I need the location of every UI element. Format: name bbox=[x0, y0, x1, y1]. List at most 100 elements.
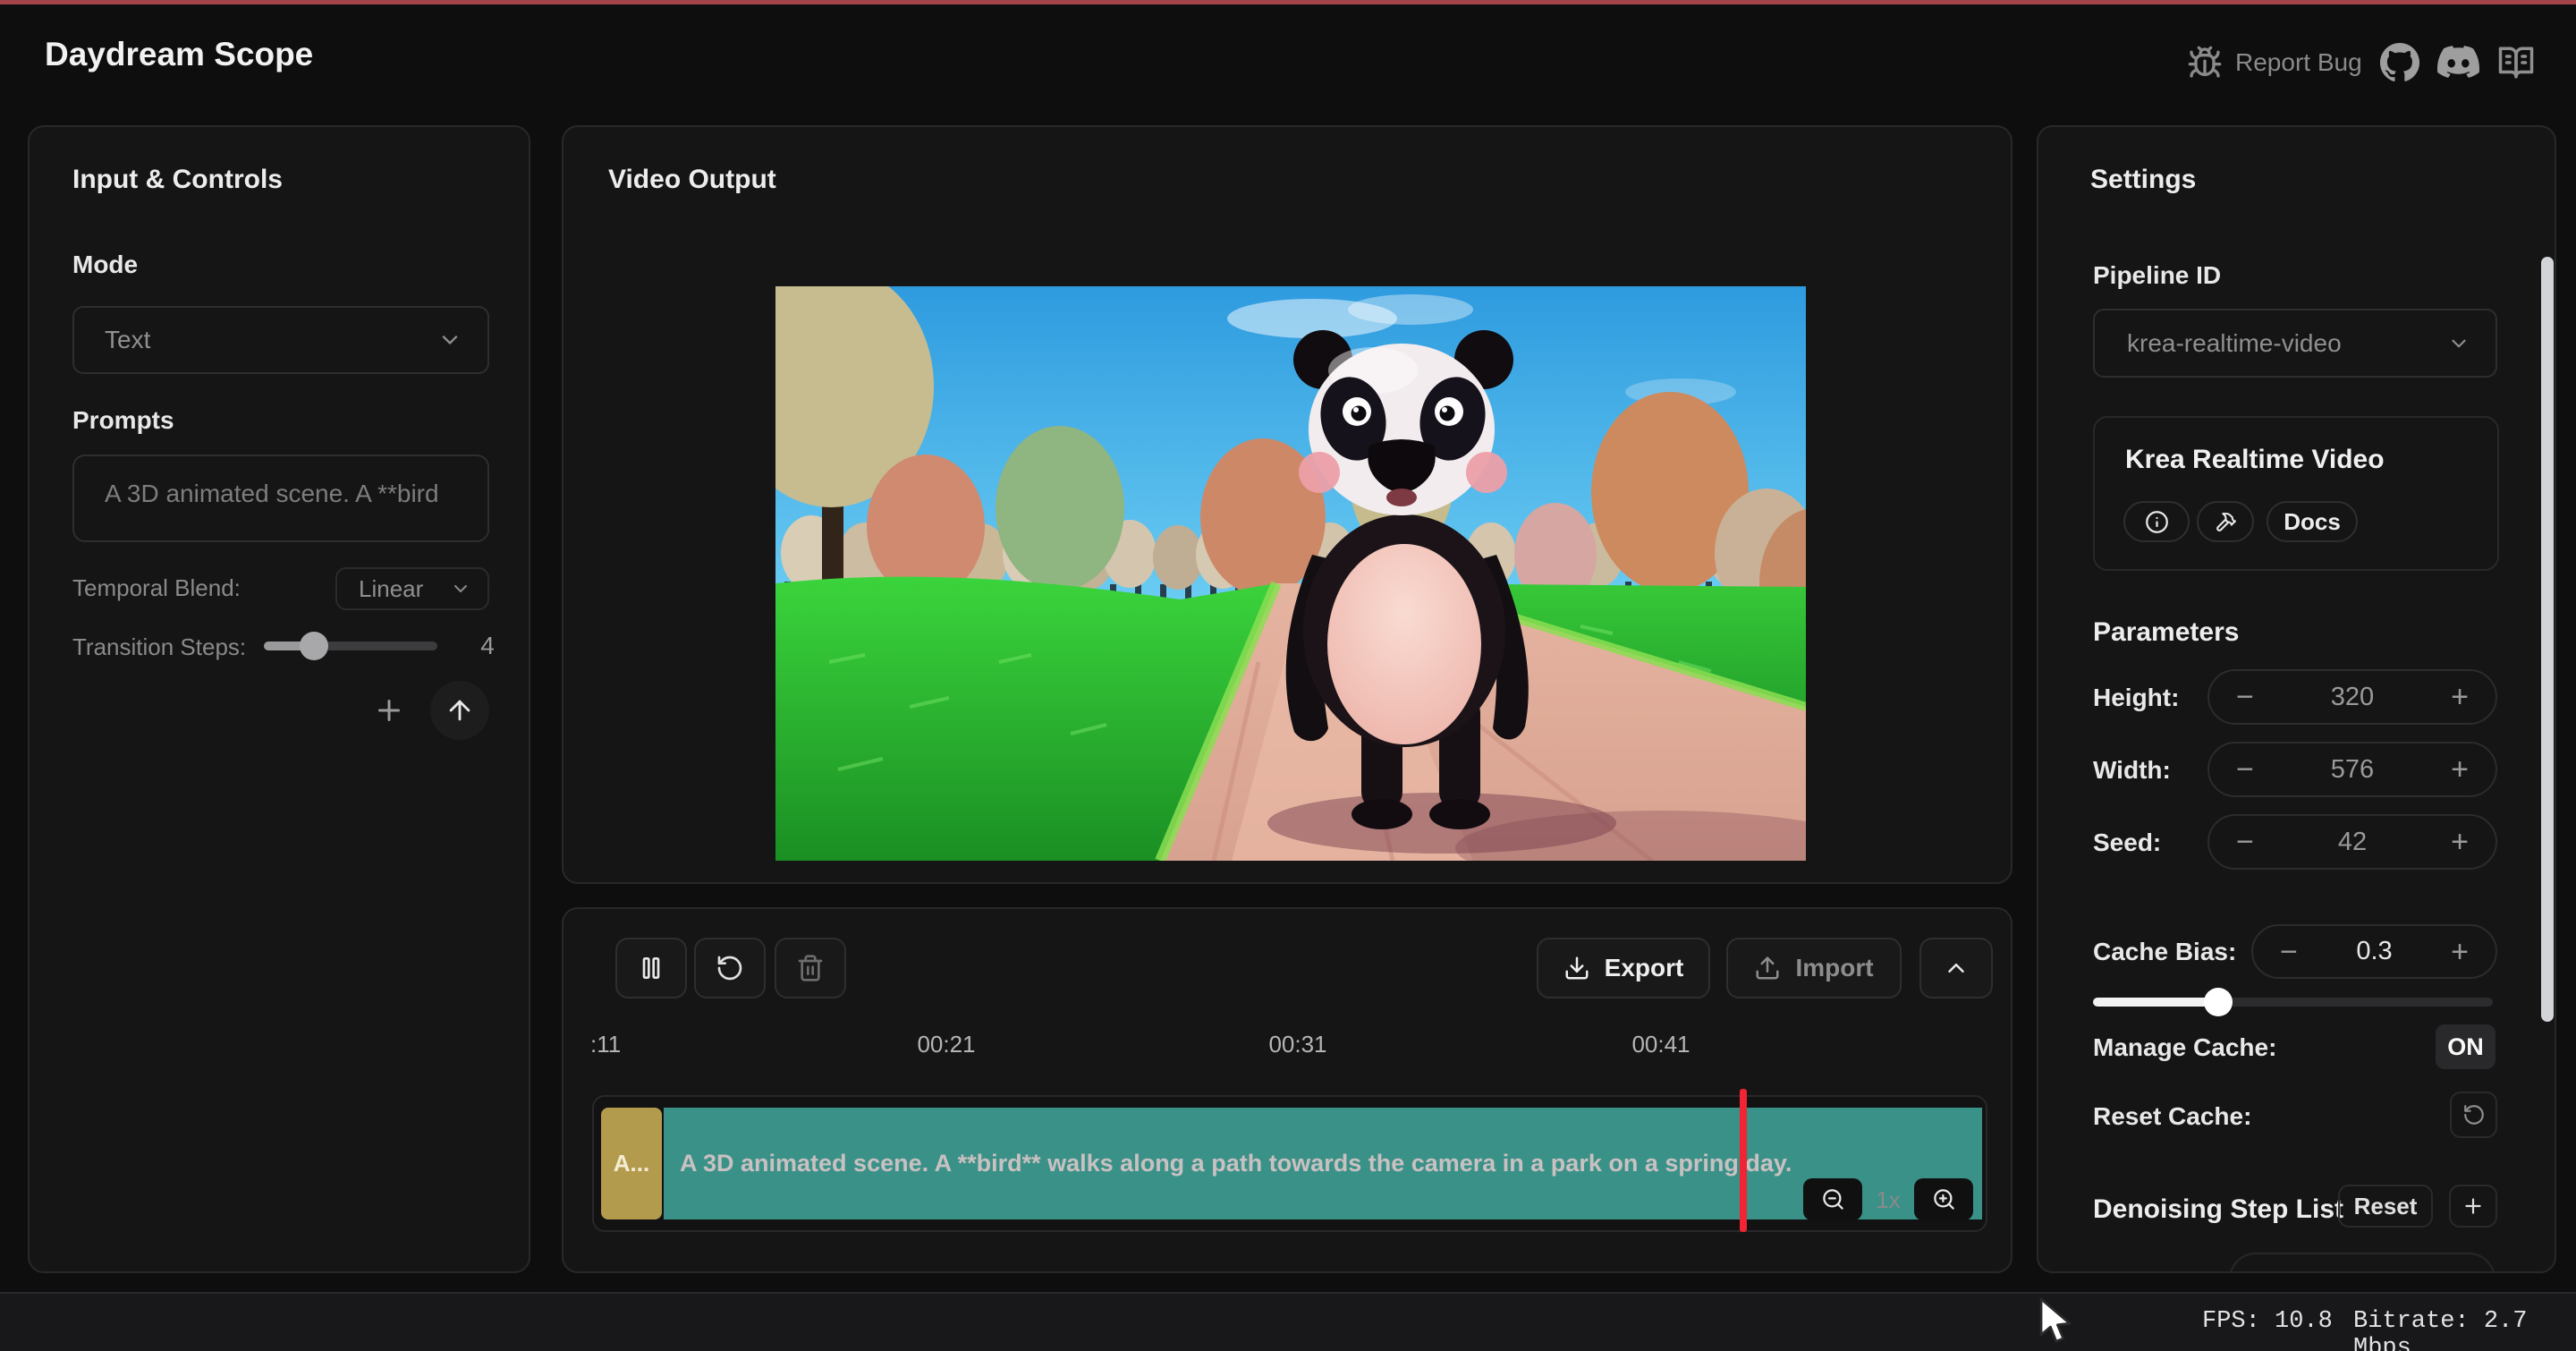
plus-icon[interactable]: + bbox=[2451, 682, 2469, 712]
upload-icon bbox=[1754, 955, 1781, 981]
video-still-panda-scene bbox=[775, 286, 1806, 861]
transition-steps-label: Transition Steps: bbox=[72, 633, 246, 661]
book-open-icon bbox=[2497, 44, 2535, 81]
denoising-add-button[interactable] bbox=[2449, 1185, 2497, 1228]
seed-stepper: − 42 + bbox=[2207, 814, 2497, 870]
cache-bias-value[interactable]: 0.3 bbox=[2356, 937, 2392, 966]
seed-value[interactable]: 42 bbox=[2338, 828, 2367, 857]
height-label: Height: bbox=[2093, 684, 2179, 712]
chevron-down-icon bbox=[450, 578, 471, 599]
ruler-tick-0: :11 bbox=[590, 1031, 621, 1058]
minus-icon[interactable]: − bbox=[2236, 682, 2254, 712]
download-icon bbox=[1563, 955, 1590, 981]
status-bar: FPS: 10.8 Bitrate: 2.7 Mbps bbox=[0, 1292, 2576, 1351]
manage-cache-label: Manage Cache: bbox=[2093, 1033, 2276, 1062]
pipeline-id-label: Pipeline ID bbox=[2093, 261, 2221, 290]
plus-icon[interactable]: + bbox=[2451, 937, 2469, 967]
clip-badge[interactable]: A... bbox=[601, 1108, 662, 1219]
slider-handle[interactable] bbox=[2204, 988, 2233, 1016]
bitrate-readout: Bitrate: 2.7 Mbps bbox=[2353, 1308, 2576, 1351]
minus-icon[interactable]: − bbox=[2236, 754, 2254, 785]
slider-fill bbox=[2093, 998, 2218, 1007]
chevron-up-icon bbox=[1943, 955, 1970, 981]
seed-label: Seed: bbox=[2093, 828, 2161, 857]
width-stepper: − 576 + bbox=[2207, 742, 2497, 797]
pipeline-id-value: krea-realtime-video bbox=[2127, 329, 2342, 358]
export-label: Export bbox=[1605, 954, 1684, 982]
prompt-input[interactable]: A 3D animated scene. A **bird bbox=[72, 455, 489, 542]
arrow-up-icon bbox=[445, 695, 475, 726]
fps-readout: FPS: 10.8 bbox=[2202, 1308, 2333, 1335]
plus-icon bbox=[373, 694, 405, 726]
reset-cache-button[interactable] bbox=[2450, 1092, 2497, 1138]
import-label: Import bbox=[1795, 954, 1873, 982]
timeline-clip[interactable]: A 3D animated scene. A **bird** walks al… bbox=[664, 1108, 1982, 1219]
rotate-ccw-icon bbox=[716, 954, 744, 982]
report-bug-button[interactable]: Report Bug bbox=[2187, 45, 2362, 81]
pipeline-card: Krea Realtime Video Docs bbox=[2093, 416, 2499, 571]
manage-cache-toggle[interactable]: ON bbox=[2436, 1024, 2496, 1069]
bug-icon bbox=[2187, 45, 2223, 81]
mouse-cursor bbox=[2038, 1297, 2084, 1347]
import-button[interactable]: Import bbox=[1726, 938, 1902, 998]
denoising-reset-label: Reset bbox=[2354, 1193, 2418, 1220]
submit-prompt-button[interactable] bbox=[430, 681, 489, 740]
info-icon bbox=[2145, 510, 2169, 534]
input-panel-title: Input & Controls bbox=[72, 165, 283, 195]
export-button[interactable]: Export bbox=[1537, 938, 1710, 998]
input-controls-panel: Input & Controls Mode Text Prompts A 3D … bbox=[28, 125, 530, 1273]
prompt-input-text: A 3D animated scene. A **bird bbox=[105, 480, 487, 508]
restart-button[interactable] bbox=[694, 938, 766, 998]
timeline-track[interactable]: A... A 3D animated scene. A **bird** wal… bbox=[592, 1095, 1987, 1232]
pipeline-build-button[interactable] bbox=[2197, 501, 2254, 542]
app-title: Daydream Scope bbox=[45, 36, 313, 73]
manage-cache-state: ON bbox=[2447, 1033, 2484, 1061]
video-panel-title: Video Output bbox=[608, 165, 776, 195]
cache-bias-label: Cache Bias: bbox=[2093, 938, 2236, 966]
denoising-reset-button[interactable]: Reset bbox=[2338, 1185, 2433, 1228]
plus-icon[interactable]: + bbox=[2451, 754, 2469, 785]
video-frame bbox=[775, 286, 1806, 861]
minus-icon[interactable]: − bbox=[2280, 937, 2298, 967]
height-value[interactable]: 320 bbox=[2331, 683, 2374, 712]
height-stepper: − 320 + bbox=[2207, 669, 2497, 725]
cache-bias-slider[interactable] bbox=[2093, 998, 2493, 1007]
github-icon bbox=[2379, 42, 2420, 83]
add-prompt-button[interactable] bbox=[369, 691, 409, 730]
pipeline-name: Krea Realtime Video bbox=[2125, 445, 2385, 475]
zoom-out-icon bbox=[1821, 1187, 1845, 1211]
timeline-zoom-in-button[interactable] bbox=[1914, 1178, 1973, 1220]
pipeline-info-button[interactable] bbox=[2123, 501, 2190, 542]
transition-steps-slider[interactable] bbox=[264, 642, 437, 650]
github-link[interactable] bbox=[2379, 42, 2420, 83]
plus-icon[interactable]: + bbox=[2451, 827, 2469, 857]
collapse-timeline-button[interactable] bbox=[1919, 938, 1993, 998]
chevron-down-icon bbox=[437, 327, 462, 353]
reset-cache-label: Reset Cache: bbox=[2093, 1102, 2251, 1131]
mode-label: Mode bbox=[72, 251, 138, 279]
width-value[interactable]: 576 bbox=[2331, 755, 2374, 785]
video-output-panel: Video Output bbox=[562, 125, 2012, 884]
temporal-blend-select[interactable]: Linear bbox=[335, 567, 489, 610]
pipeline-docs-button[interactable]: Docs bbox=[2267, 501, 2358, 542]
timeline-zoom-out-button[interactable] bbox=[1803, 1178, 1862, 1220]
slider-handle[interactable] bbox=[300, 632, 328, 660]
minus-icon[interactable]: − bbox=[2236, 827, 2254, 857]
pause-button[interactable] bbox=[615, 938, 687, 998]
top-accent-stripe bbox=[0, 0, 2576, 4]
settings-scrollbar[interactable] bbox=[2541, 257, 2554, 1022]
clip-prompt-text: A 3D animated scene. A **bird** walks al… bbox=[680, 1150, 1792, 1177]
mode-select-value: Text bbox=[105, 326, 150, 354]
timeline-panel: Export Import :11 00:21 00:31 00:41 A...… bbox=[562, 907, 2012, 1273]
parameters-title: Parameters bbox=[2093, 617, 2239, 648]
settings-title: Settings bbox=[2090, 165, 2196, 195]
mode-select[interactable]: Text bbox=[72, 306, 489, 374]
zoom-in-icon bbox=[1932, 1187, 1956, 1211]
delete-button[interactable] bbox=[775, 938, 846, 998]
temporal-blend-label: Temporal Blend: bbox=[72, 574, 241, 602]
playhead[interactable] bbox=[1740, 1089, 1747, 1232]
discord-link[interactable] bbox=[2437, 46, 2479, 80]
docs-link[interactable] bbox=[2497, 44, 2535, 81]
app-window: Daydream Scope Report Bug Input & Contro… bbox=[0, 0, 2576, 1351]
pipeline-id-select[interactable]: krea-realtime-video bbox=[2093, 309, 2497, 378]
